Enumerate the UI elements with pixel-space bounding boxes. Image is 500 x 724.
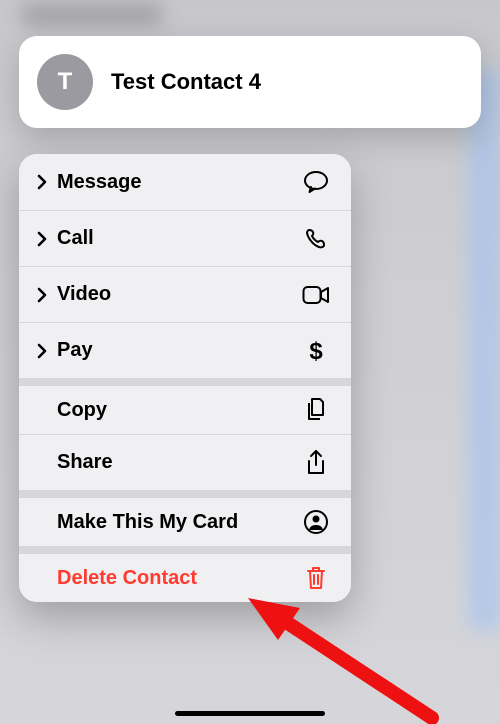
chevron-right-icon — [33, 231, 51, 247]
menu-item-pay[interactable]: Pay $ — [19, 322, 351, 378]
menu-item-video[interactable]: Video — [19, 266, 351, 322]
menu-item-label: Make This My Card — [57, 511, 301, 534]
share-icon — [301, 449, 331, 477]
dollar-icon: $ — [301, 338, 331, 364]
menu-item-message[interactable]: Message — [19, 154, 351, 210]
menu-item-label: Copy — [57, 399, 301, 422]
menu-item-label: Delete Contact — [57, 567, 301, 590]
chevron-right-icon — [33, 174, 51, 190]
context-menu: Message Call Video Pay $ Copy — [19, 154, 351, 602]
menu-item-share[interactable]: Share — [19, 434, 351, 490]
trash-icon — [301, 565, 331, 591]
phone-icon — [301, 227, 331, 251]
contact-card[interactable]: T Test Contact 4 — [19, 36, 481, 128]
menu-item-delete-contact[interactable]: Delete Contact — [19, 546, 351, 602]
speech-bubble-icon — [301, 170, 331, 194]
chevron-right-icon — [33, 343, 51, 359]
menu-item-label: Pay — [57, 339, 301, 362]
avatar: T — [37, 54, 93, 110]
avatar-initial: T — [58, 68, 73, 96]
menu-item-label: Message — [57, 171, 301, 194]
contact-name: Test Contact 4 — [111, 69, 261, 95]
copy-icon — [301, 397, 331, 423]
menu-item-label: Call — [57, 227, 301, 250]
svg-text:$: $ — [309, 338, 323, 364]
menu-item-call[interactable]: Call — [19, 210, 351, 266]
menu-item-copy[interactable]: Copy — [19, 378, 351, 434]
home-indicator — [175, 711, 325, 716]
menu-item-label: Share — [57, 451, 301, 474]
chevron-right-icon — [33, 287, 51, 303]
menu-item-make-my-card[interactable]: Make This My Card — [19, 490, 351, 546]
video-icon — [301, 285, 331, 305]
menu-item-label: Video — [57, 283, 301, 306]
person-circle-icon — [301, 509, 331, 535]
